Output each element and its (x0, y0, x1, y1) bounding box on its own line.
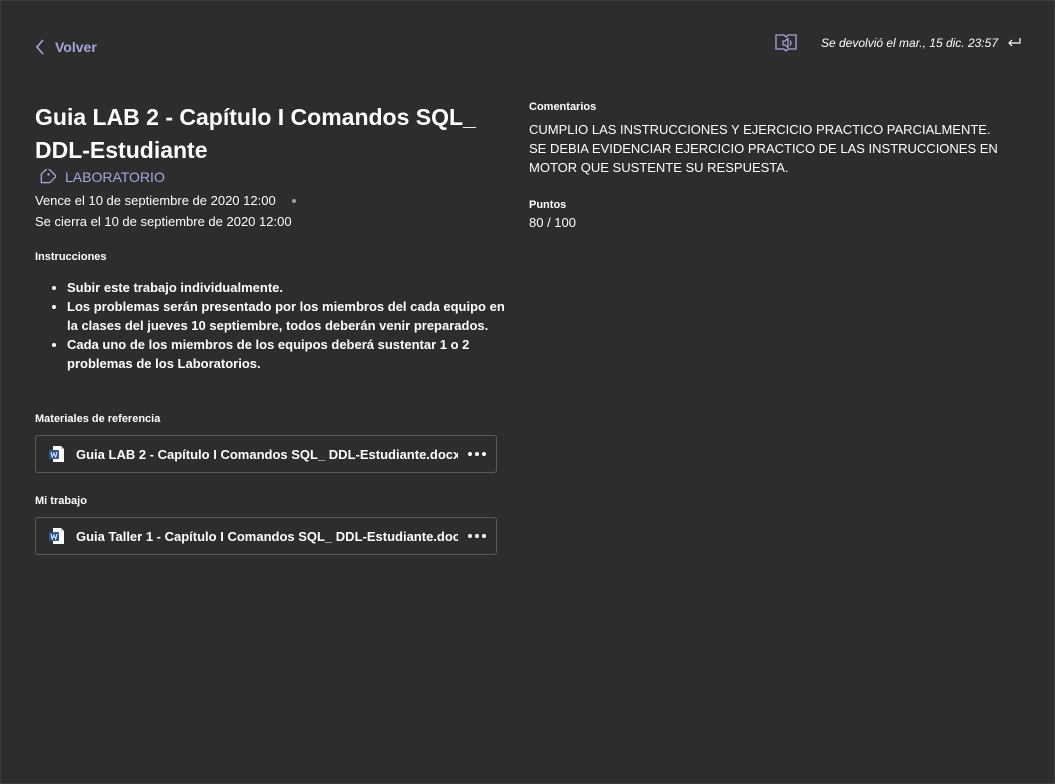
my-work-file-name: Guia Taller 1 - Capítulo I Comandos SQL_… (76, 528, 458, 544)
list-item: Subir este trabajo individualmente. (67, 278, 505, 297)
more-options-icon[interactable] (468, 452, 486, 456)
dot (475, 452, 479, 456)
list-item: Cada uno de los miembros de los equipos … (67, 335, 505, 373)
comments-label: Comentarios (529, 101, 597, 113)
points-value: 80 / 100 (529, 215, 576, 230)
returned-status: Se devolvió el mar., 15 dic. 23:57 (821, 36, 998, 50)
instructions-label: Instrucciones (35, 251, 107, 263)
list-item: Los problemas serán presentado por los m… (67, 297, 505, 335)
status-bar: Se devolvió el mar., 15 dic. 23:57 (775, 33, 1022, 53)
tag-icon (40, 169, 56, 184)
points-label: Puntos (529, 199, 567, 211)
return-arrow-icon (1008, 38, 1021, 47)
dot (468, 534, 472, 538)
dot (468, 452, 472, 456)
chevron-left-icon (35, 39, 44, 55)
word-document-icon (49, 528, 64, 544)
more-options-icon[interactable] (468, 534, 486, 538)
word-document-icon (49, 446, 64, 462)
reference-file-card[interactable]: Guia LAB 2 - Capítulo I Comandos SQL_ DD… (35, 435, 497, 473)
immersive-reader-icon[interactable] (775, 33, 797, 53)
my-work-file-card[interactable]: Guia Taller 1 - Capítulo I Comandos SQL_… (35, 517, 497, 555)
instructions-list: Subir este trabajo individualmente. Los … (35, 278, 505, 373)
reference-file-name: Guia LAB 2 - Capítulo I Comandos SQL_ DD… (76, 446, 458, 462)
separator-dot (291, 198, 296, 203)
dot (475, 534, 479, 538)
due-date-text: Vence el 10 de septiembre de 2020 12:00 (35, 193, 276, 208)
back-label: Volver (55, 39, 97, 55)
back-button[interactable]: Volver (35, 39, 97, 55)
category-tag: LABORATORIO (38, 169, 165, 185)
dot (482, 452, 486, 456)
close-date: Se cierra el 10 de septiembre de 2020 12… (35, 214, 292, 229)
reference-materials-label: Materiales de referencia (35, 413, 161, 425)
due-date: Vence el 10 de septiembre de 2020 12:00 (35, 193, 296, 208)
category-label: LABORATORIO (65, 169, 165, 185)
my-work-label: Mi trabajo (35, 495, 87, 507)
assignment-title: Guia LAB 2 - Capítulo I Comandos SQL_ DD… (35, 104, 476, 163)
assignment-panel: Volver Se devolvió el mar., 15 dic. 23:5… (0, 0, 1055, 784)
dot (482, 534, 486, 538)
feedback-comment: CUMPLIO LAS INSTRUCCIONES Y EJERCICIO PR… (529, 122, 998, 175)
